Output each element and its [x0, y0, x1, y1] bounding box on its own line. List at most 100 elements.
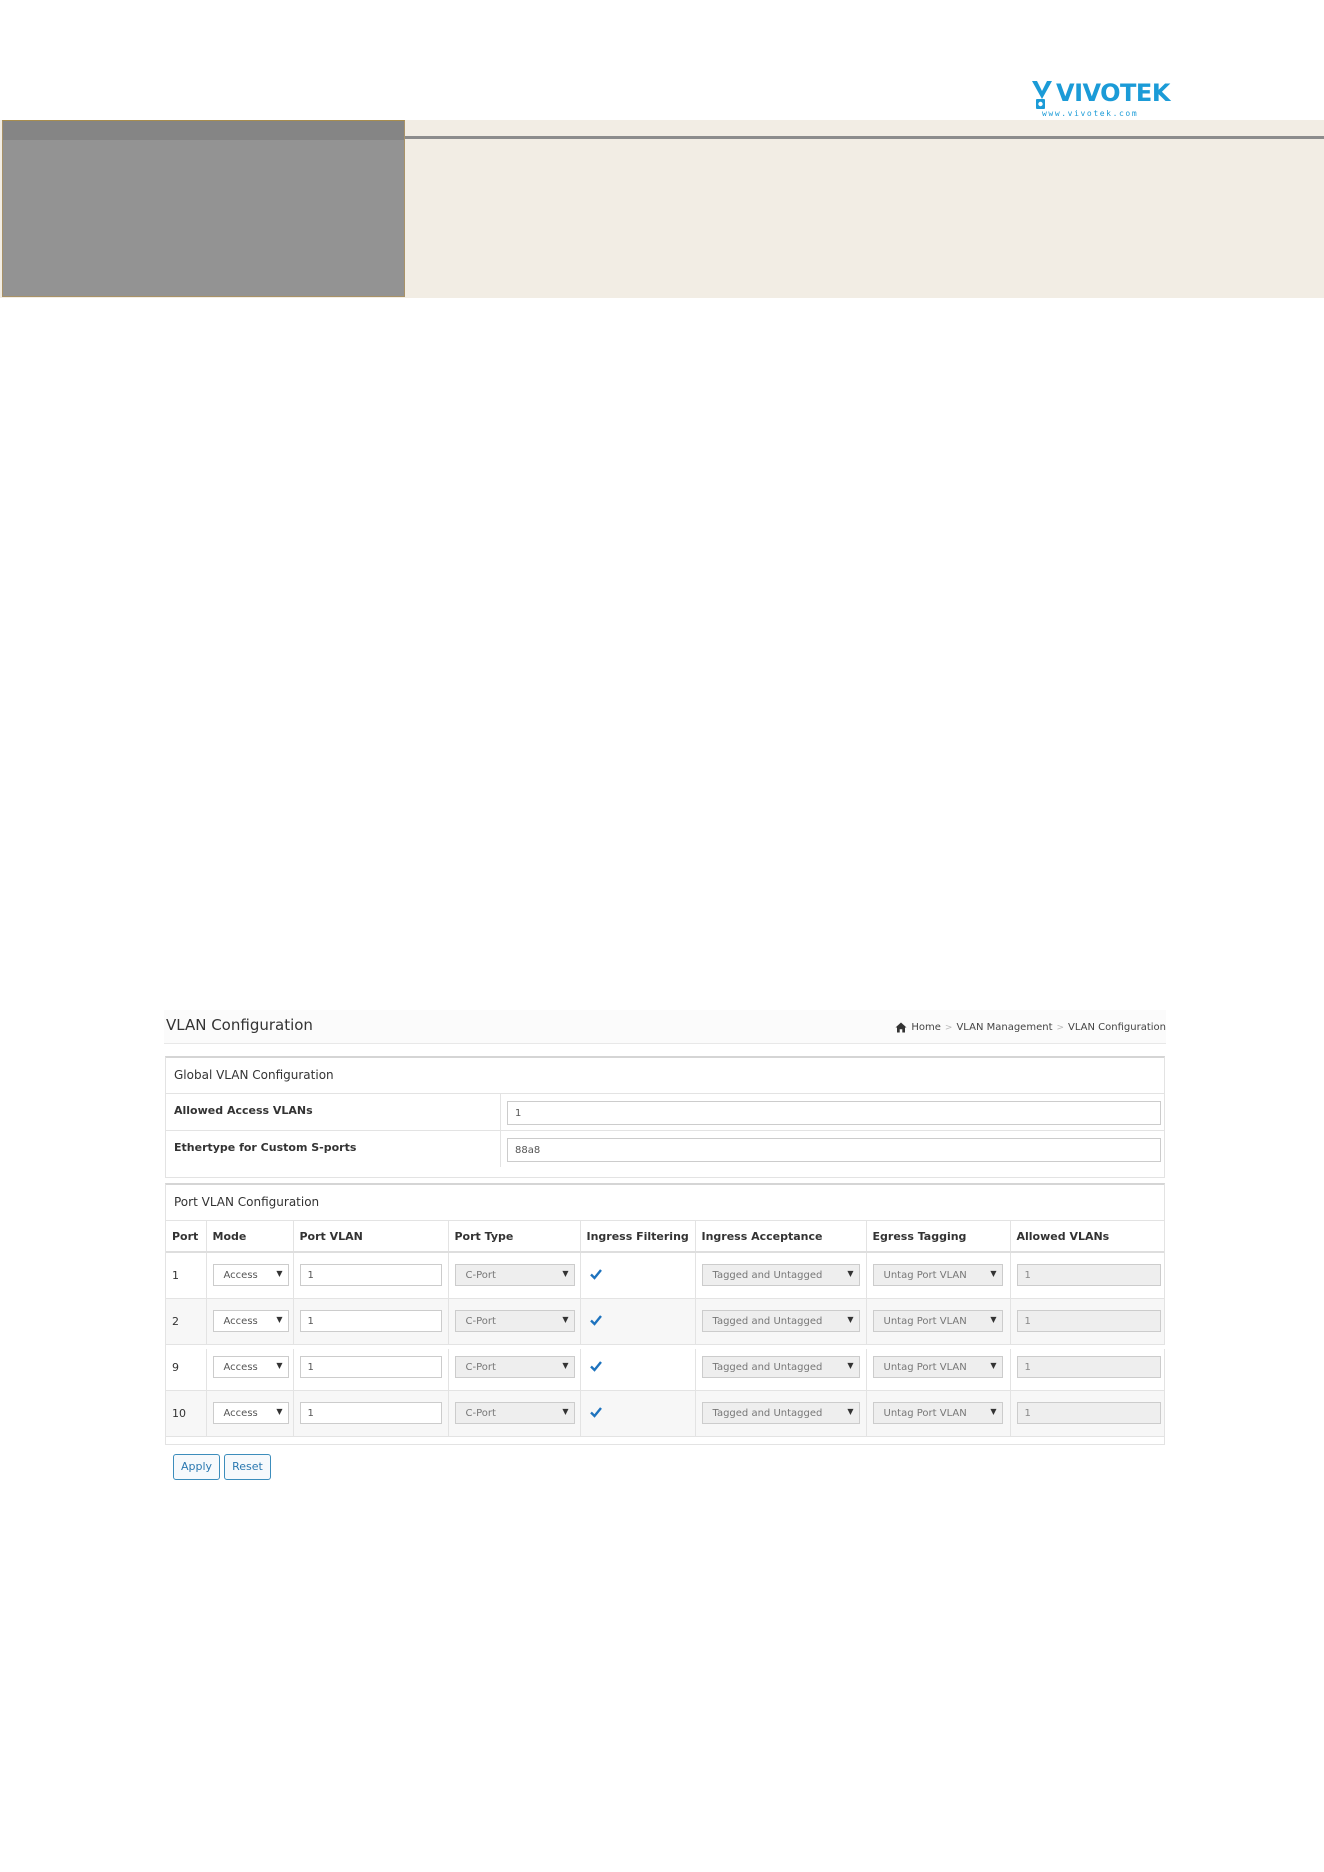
egress-tagging-select[interactable]: Untag Port VLAN ▼: [872, 1356, 1003, 1378]
caret-down-icon: ▼: [990, 1361, 997, 1370]
table-row: 10 Access ▼ 1 C-Port ▼ Tagged and Untagged…: [166, 1390, 1164, 1437]
allowed-access-vlans-label: Allowed Access VLANs: [174, 1104, 313, 1117]
mode-value: Access: [223, 1316, 258, 1327]
ingress-filtering-checkbox[interactable]: [589, 1359, 603, 1373]
port-type-value: C-Port: [465, 1270, 496, 1282]
port-vlan-title: Port VLAN Configuration: [166, 1185, 1164, 1221]
allowed-vlans-input[interactable]: 1: [1016, 1310, 1161, 1332]
port-vlan-box: Port VLAN Configuration Port Mode Port V…: [165, 1183, 1166, 1445]
caret-down-icon: ▼: [562, 1269, 569, 1279]
col-egress-tagging: Egress Tagging: [866, 1221, 1011, 1253]
ingress-filtering-checkbox[interactable]: [589, 1267, 603, 1281]
row-divider: [500, 1131, 501, 1167]
ingress-acceptance-select[interactable]: Tagged and Untagged ▼: [701, 1402, 860, 1424]
home-icon: [895, 1022, 907, 1033]
caret-down-icon: ▼: [847, 1361, 854, 1370]
port-number: 10: [172, 1406, 186, 1420]
port-vlan-input[interactable]: 1: [299, 1310, 442, 1332]
allowed-vlans-input[interactable]: 1: [1016, 1356, 1161, 1378]
allowed-vlans-input[interactable]: 1: [1016, 1402, 1161, 1424]
ethertype-input[interactable]: 88a8: [507, 1138, 1161, 1162]
egress-tagging-value: Untag Port VLAN: [883, 1362, 967, 1373]
port-type-select[interactable]: C-Port ▼: [454, 1310, 575, 1332]
port-type-value: C-Port: [465, 1362, 496, 1373]
logo-wordmark: VIVOTEK: [1056, 79, 1170, 107]
col-port-type: Port Type: [448, 1221, 581, 1253]
ingress-acceptance-select[interactable]: Tagged and Untagged ▼: [701, 1356, 860, 1378]
caret-down-icon: ▼: [562, 1315, 569, 1324]
egress-tagging-select[interactable]: Untag Port VLAN ▼: [872, 1264, 1003, 1287]
breadcrumb-vlan-configuration: VLAN Configuration: [1068, 1022, 1166, 1033]
vlan-config-panel: VLAN Configuration Home > VLAN Managemen…: [164, 1010, 1166, 1484]
header-rule: [405, 136, 1324, 139]
mode-select[interactable]: Access ▼: [212, 1356, 289, 1378]
ingress-filtering-checkbox[interactable]: [589, 1313, 603, 1327]
caret-down-icon: ▼: [847, 1407, 854, 1416]
port-vlan-table: Port Mode Port VLAN Port Type Ingress Fi…: [166, 1221, 1164, 1437]
breadcrumb-separator-icon: >: [944, 1022, 953, 1033]
screenshot-splice-gap: [166, 1345, 1166, 1349]
caret-down-icon: ▼: [562, 1407, 569, 1416]
col-ingress-acceptance: Ingress Acceptance: [695, 1221, 867, 1253]
caret-down-icon: ▼: [276, 1407, 283, 1416]
ingress-acceptance-value: Tagged and Untagged: [712, 1408, 823, 1419]
page-title: VLAN Configuration: [166, 1016, 313, 1034]
global-vlan-box: Global VLAN Configuration Allowed Access…: [165, 1056, 1165, 1178]
ingress-acceptance-value: Tagged and Untagged: [712, 1362, 823, 1373]
col-mode: Mode: [206, 1221, 294, 1253]
col-allowed-vlans: Allowed VLANs: [1010, 1221, 1164, 1253]
port-type-value: C-Port: [465, 1408, 496, 1419]
ingress-acceptance-select[interactable]: Tagged and Untagged ▼: [701, 1264, 860, 1287]
port-type-select[interactable]: C-Port ▼: [454, 1356, 575, 1378]
port-number: 1: [172, 1268, 179, 1282]
mode-value: Access: [223, 1408, 258, 1419]
port-vlan-input[interactable]: 1: [299, 1402, 442, 1424]
port-type-select[interactable]: C-Port ▼: [454, 1264, 575, 1287]
caret-down-icon: ▼: [847, 1315, 854, 1324]
table-row: 2 Access ▼ 1 C-Port ▼ Tagged and Untagged ▼…: [166, 1298, 1164, 1345]
table-header-row: Port Mode Port VLAN Port Type Ingress Fi…: [166, 1221, 1164, 1253]
caret-down-icon: ▼: [990, 1407, 997, 1416]
col-ingress-filtering: Ingress Filtering: [580, 1221, 696, 1253]
ethertype-label: Ethertype for Custom S-ports: [174, 1141, 357, 1154]
egress-tagging-select[interactable]: Untag Port VLAN ▼: [872, 1402, 1003, 1424]
breadcrumb-vlan-management[interactable]: VLAN Management: [956, 1022, 1052, 1033]
caret-down-icon: ▼: [276, 1315, 283, 1324]
port-vlan-input[interactable]: 1: [299, 1264, 442, 1287]
ingress-acceptance-value: Tagged and Untagged: [712, 1316, 823, 1327]
mode-select[interactable]: Access ▼: [212, 1402, 289, 1424]
mode-select[interactable]: Access ▼: [212, 1310, 289, 1332]
apply-button[interactable]: Apply: [173, 1454, 221, 1480]
ethertype-row: Ethertype for Custom S-ports 88a8: [166, 1131, 1164, 1168]
allowed-access-vlans-input[interactable]: 1: [507, 1101, 1161, 1125]
ingress-acceptance-value: Tagged and Untagged: [712, 1270, 823, 1282]
ingress-filtering-checkbox[interactable]: [589, 1405, 603, 1419]
mode-value: Access: [223, 1362, 258, 1373]
col-port-vlan: Port VLAN: [293, 1221, 449, 1253]
egress-tagging-value: Untag Port VLAN: [883, 1270, 967, 1282]
port-number: 9: [172, 1360, 179, 1374]
breadcrumb-separator-icon: >: [1056, 1022, 1065, 1033]
allowed-vlans-input[interactable]: 1: [1016, 1264, 1161, 1287]
form-buttons: Apply Reset: [173, 1454, 271, 1480]
caret-down-icon: ▼: [276, 1269, 283, 1279]
ingress-acceptance-select[interactable]: Tagged and Untagged ▼: [701, 1310, 860, 1332]
mode-value: Access: [223, 1270, 258, 1282]
port-type-value: C-Port: [465, 1316, 496, 1327]
port-vlan-input[interactable]: 1: [299, 1356, 442, 1378]
table-row: 1 Access ▼ 1 C-Port ▼ Tagged and Untagged ▼…: [166, 1252, 1164, 1299]
egress-tagging-select[interactable]: Untag Port VLAN ▼: [872, 1310, 1003, 1332]
breadcrumb: Home > VLAN Management > VLAN Configurat…: [895, 1022, 1166, 1033]
egress-tagging-value: Untag Port VLAN: [883, 1316, 967, 1327]
reset-button[interactable]: Reset: [224, 1454, 271, 1480]
col-port: Port: [166, 1221, 207, 1253]
vivotek-logo: VIVOTEK www.vivotek.com: [1030, 77, 1170, 121]
mode-select[interactable]: Access ▼: [212, 1264, 289, 1287]
port-type-select[interactable]: C-Port ▼: [454, 1402, 575, 1424]
breadcrumb-home[interactable]: Home: [911, 1022, 941, 1033]
global-vlan-title: Global VLAN Configuration: [166, 1058, 1164, 1094]
caret-down-icon: ▼: [990, 1269, 997, 1279]
caret-down-icon: ▼: [847, 1269, 854, 1279]
caret-down-icon: ▼: [562, 1361, 569, 1370]
table-row: 9 Access ▼ 1 C-Port ▼ Tagged and Untagged ▼…: [166, 1344, 1164, 1391]
